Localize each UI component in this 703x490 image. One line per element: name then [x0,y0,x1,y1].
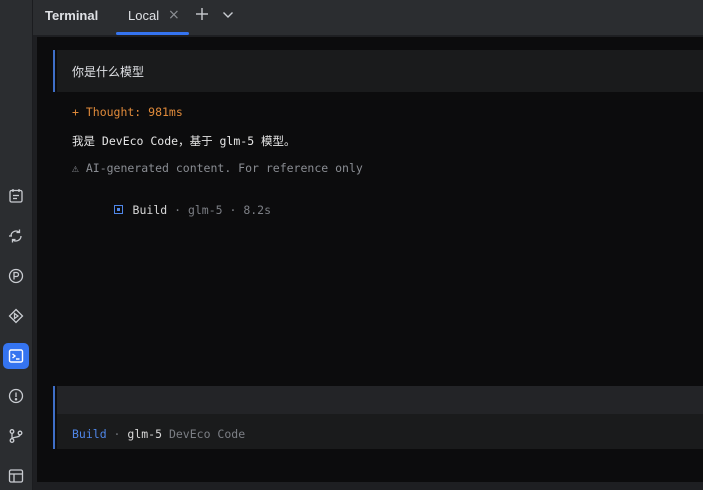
tab-label: Local [128,8,160,23]
git-icon[interactable] [3,423,29,449]
run-icon[interactable] [3,303,29,329]
tool-window-title: Terminal [45,8,99,23]
build-label: Build [132,203,168,217]
active-tab-indicator [116,32,189,35]
stop-icon[interactable] [113,205,123,214]
app-name: DevEco Code [162,427,246,441]
assistant-answer: 我是 DevEco Code，基于 glm-5 模型。 [72,134,296,148]
tool-strip [0,0,33,490]
p-icon[interactable] [3,263,29,289]
thought-toggle[interactable]: + Thought: 981ms [72,105,183,119]
user-prompt-block: 你是什么模型 [57,50,703,92]
prompt-gutter [53,50,55,92]
terminal-pane[interactable]: 你是什么模型 + Thought: 981ms 我是 DevEco Code，基… [37,37,703,482]
plus-icon[interactable] [194,6,210,22]
status-separator: · [106,427,128,441]
chat-input[interactable]: Build · glm-5 DevEco Code [57,386,703,449]
layout-icon[interactable] [3,463,29,489]
terminal-icon[interactable] [3,343,29,369]
input-text-area[interactable] [57,386,703,414]
build-status: Build · glm-5 · 8.2s [72,189,271,231]
close-icon[interactable]: × [168,7,180,23]
ide-window: Terminal Local × 你是什么模型 + Thought: 981ms… [0,0,703,490]
tab-local[interactable]: Local × [116,0,189,35]
todo-icon[interactable] [3,183,29,209]
problems-icon[interactable] [3,383,29,409]
input-status-line: Build · glm-5 DevEco Code [72,427,245,441]
model-selector[interactable]: glm-5 [127,427,162,441]
build-meta: · glm-5 · 8.2s [167,203,272,217]
tool-window-header: Terminal Local × [33,0,703,36]
ai-disclaimer: ⚠ AI-generated content. For reference on… [72,161,363,175]
sync-icon[interactable] [3,223,29,249]
input-gutter [53,386,55,449]
mode-selector[interactable]: Build [72,427,107,441]
chevron-down-icon[interactable] [221,8,235,22]
user-prompt: 你是什么模型 [72,65,145,79]
